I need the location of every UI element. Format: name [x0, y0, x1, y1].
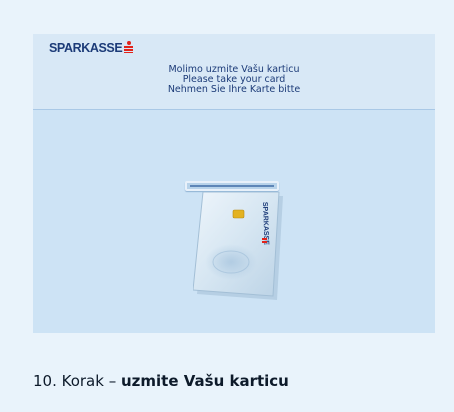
atm-screen: SPARKASSE Molimo uzmite Vašu karticu Ple…	[33, 34, 435, 333]
step-label: 10. Korak –	[33, 372, 121, 390]
atm-header: SPARKASSE Molimo uzmite Vašu karticu Ple…	[33, 34, 435, 110]
card-slot-icon	[185, 181, 279, 191]
bank-card-icon[interactable]: SPARKASSE	[192, 191, 283, 302]
card-chip	[232, 209, 245, 219]
step-action: uzmite Vašu karticu	[120, 372, 289, 390]
logo-text: SPARKASSE	[49, 41, 123, 55]
step-caption: 10. Korak – uzmite Vašu karticu	[33, 372, 289, 390]
prompt-line-de: Nehmen Sie Ihre Karte bitte	[167, 84, 301, 95]
page: { "atm": { "logo_text": "SPARKASSE", "br…	[0, 0, 454, 412]
sparkasse-logo-icon	[124, 41, 134, 53]
sparkasse-logo: SPARKASSE	[49, 41, 134, 55]
take-card-prompt: Molimo uzmite Vašu karticu Please take y…	[33, 65, 435, 95]
